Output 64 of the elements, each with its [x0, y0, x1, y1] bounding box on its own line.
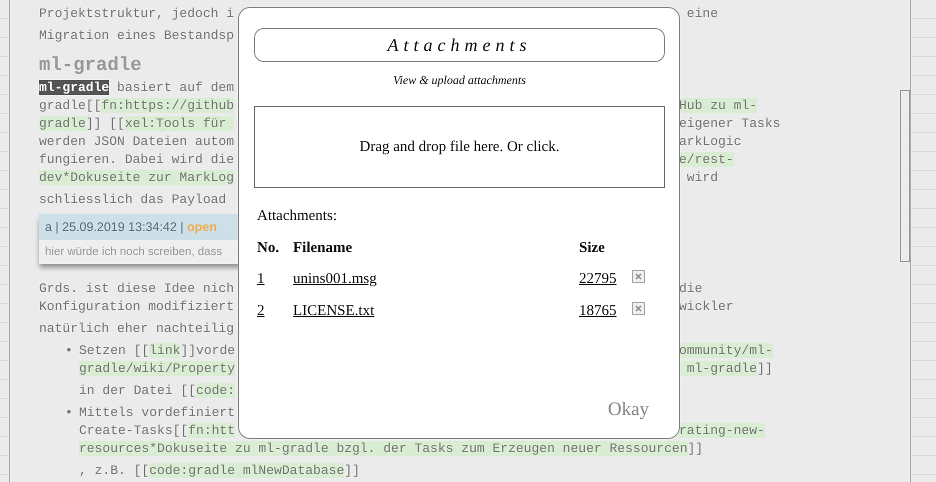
okay-button[interactable]: Okay	[608, 396, 649, 424]
text-fragment: die	[679, 281, 702, 296]
text-fragment: wird	[686, 170, 718, 185]
dialog-title: Attachments	[254, 28, 665, 62]
column-header: Size	[579, 238, 606, 258]
dialog-subtitle: View & upload attachments	[392, 72, 527, 89]
text-fragment: ]]	[688, 441, 704, 456]
markup-tag: code:	[196, 383, 236, 398]
column-header: No.	[257, 236, 293, 268]
text-fragment: Migration eines Bestandsp	[39, 28, 234, 43]
filename-link[interactable]: LICENSE.txt	[293, 302, 374, 318]
delete-icon[interactable]	[632, 270, 645, 283]
text-fragment: ]]	[757, 361, 773, 376]
text-fragment: arkLogic	[679, 134, 742, 149]
highlighted-keyword: ml-gradle	[39, 80, 110, 95]
file-size-link[interactable]: 22795	[579, 271, 616, 287]
markup-tag: link	[149, 343, 180, 358]
section-heading: ml-gradle	[39, 53, 143, 77]
scrollbar-thumb[interactable]	[900, 90, 910, 262]
markup-tag: ml-gradle	[679, 361, 758, 376]
file-dropzone[interactable]: Drag and drop file here. Or click.	[254, 106, 665, 188]
markup-tag: fn:https://github	[101, 98, 234, 113]
filename-link[interactable]: unins001.msg	[293, 271, 377, 287]
file-size-link[interactable]: 18765	[579, 302, 616, 318]
text-fragment: Setzen [[	[79, 343, 150, 358]
text-fragment: ]] [[	[86, 116, 125, 131]
text-fragment: Mittels vordefiniert	[79, 405, 236, 420]
markup-tag: e/rest-	[679, 152, 734, 167]
comment-status: open	[187, 220, 217, 234]
markup-tag: gradle	[39, 116, 86, 131]
text-fragment: eigener Tasks	[679, 116, 780, 131]
text-fragment: natürlich eher nachteilig	[39, 321, 234, 336]
markup-tag: rating-new-	[679, 423, 765, 438]
markup-tag: fn:htt	[188, 423, 236, 438]
comment-header: a | 25.09.2019 13:34:42 |	[45, 220, 185, 234]
markup-tag: Hub zu ml-	[679, 98, 758, 113]
text-fragment: schliesslich das Payload	[39, 192, 226, 207]
text-fragment: eine	[686, 6, 718, 21]
text-fragment: in der Datei [[	[79, 383, 196, 398]
text-fragment: werden JSON Dateien autom	[39, 134, 234, 149]
markup-tag: code:gradle mlNewDatabase	[149, 463, 344, 478]
text-fragment: Konfiguration modifiziert	[39, 299, 234, 314]
markup-tag: ommunity/ml-	[679, 343, 773, 358]
text-fragment: ]]	[344, 463, 360, 478]
markup-tag: dev*Dokuseite zur MarkLog	[39, 170, 234, 185]
attachment-number-link[interactable]: 2	[257, 302, 264, 318]
text-fragment: ]]vorde	[180, 343, 236, 358]
column-header: Filename	[293, 238, 354, 258]
text-fragment: basiert auf dem	[116, 80, 234, 95]
text-fragment: Grds. ist diese Idee nich	[39, 281, 234, 296]
delete-icon[interactable]	[632, 302, 645, 314]
text-fragment: wickler	[679, 299, 734, 314]
markup-tag: resources*Dokuseite zu ml-gradle bzgl. der Tasks zum Erzeugen neuer Ressourcen	[79, 441, 688, 456]
text-fragment: gradle[[	[39, 98, 102, 113]
text-fragment: , z.B. [[	[79, 463, 150, 478]
bullet-marker: •	[65, 342, 73, 360]
markup-tag: gradle/wiki/Property	[79, 361, 236, 376]
text-fragment: fungieren. Dabei wird die	[39, 152, 234, 167]
bullet-marker: •	[65, 404, 73, 422]
markup-tag: xel:Tools für	[124, 116, 234, 131]
attachment-number-link[interactable]: 1	[257, 271, 264, 287]
text-fragment: Create-Tasks[[	[79, 423, 188, 438]
text-fragment: Projektstruktur, jedoch i	[39, 6, 234, 21]
attachments-label: Attachments:	[257, 207, 338, 226]
